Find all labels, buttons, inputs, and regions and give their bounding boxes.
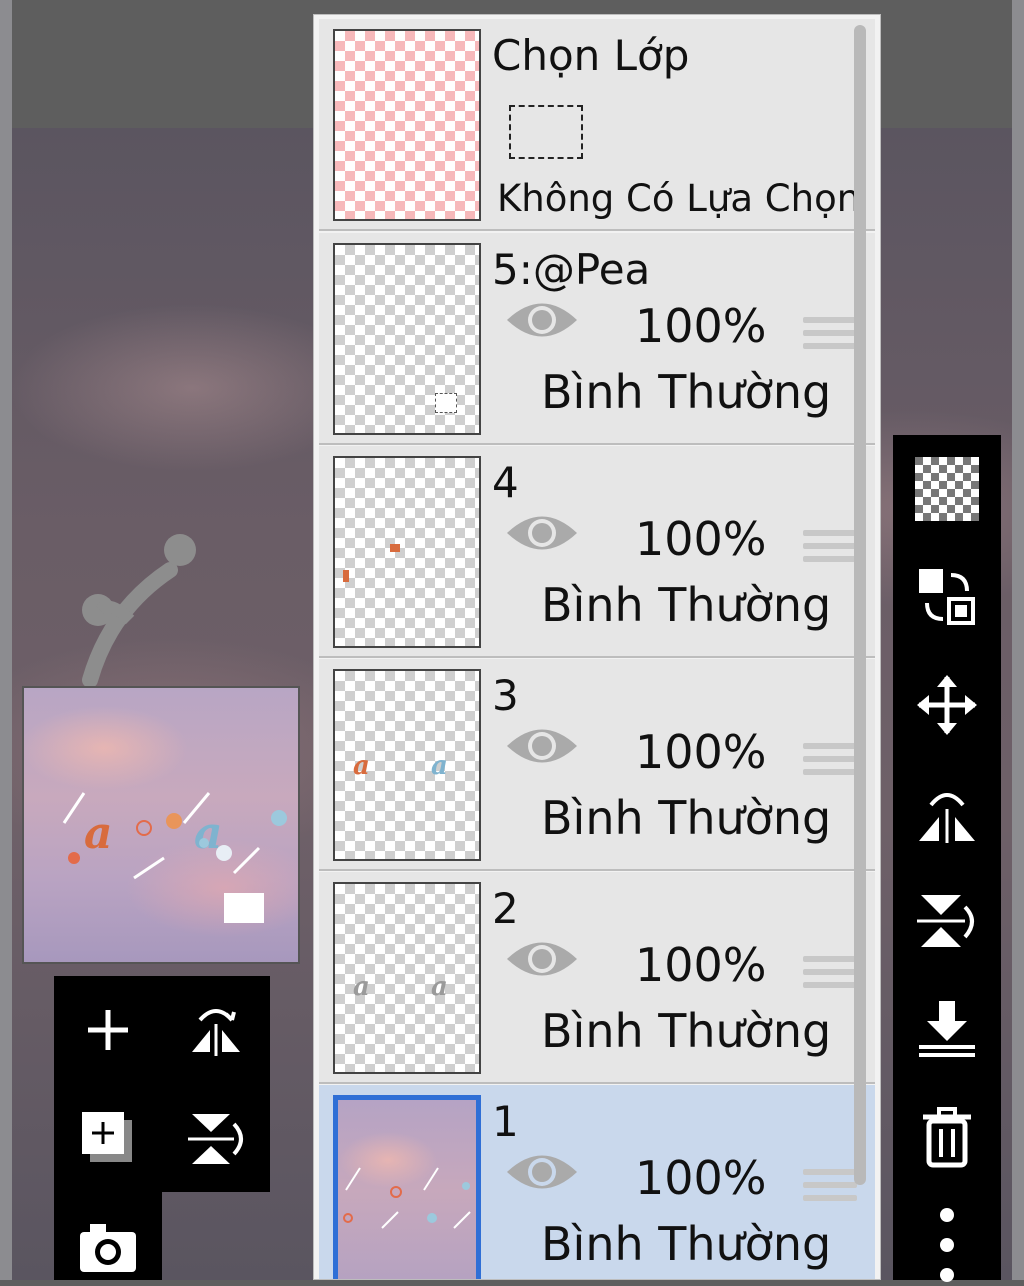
layer-opacity[interactable]: 100%	[635, 725, 767, 779]
eye-icon[interactable]	[505, 721, 579, 775]
trash-icon[interactable]	[907, 1097, 987, 1177]
swap-layers-icon[interactable]	[907, 557, 987, 637]
layer-row-selected[interactable]: 1 100% Bình Thường	[319, 1085, 875, 1279]
drag-handle-icon[interactable]	[803, 530, 857, 569]
branch-decoration	[82, 534, 196, 688]
layer-row[interactable]: a a 2 100% Bình Thường	[319, 872, 875, 1084]
layer-thumbnail[interactable]	[333, 1095, 481, 1279]
selection-rect-icon	[509, 105, 583, 159]
more-icon[interactable]	[907, 1205, 987, 1285]
add-layer-icon[interactable]	[68, 1098, 148, 1178]
text-snippet	[435, 393, 457, 413]
thumb-mark	[390, 544, 400, 552]
plus-icon[interactable]	[68, 990, 148, 1070]
layer-name: 5:@Pea	[492, 245, 651, 294]
eye-icon[interactable]	[505, 934, 579, 988]
layer-opacity[interactable]: 100%	[635, 299, 767, 353]
thumb-glyph-gray: a	[431, 972, 448, 1002]
selection-layer-title: Chọn Lớp	[492, 31, 690, 80]
canvas-preview[interactable]: a a	[22, 686, 300, 964]
drag-handle-icon[interactable]	[803, 317, 857, 356]
eye-icon[interactable]	[505, 295, 579, 349]
layer-blend-mode[interactable]: Bình Thường	[541, 791, 831, 845]
thumb-glyph-orange: a	[353, 751, 370, 781]
layer-blend-mode[interactable]: Bình Thường	[541, 578, 831, 632]
layer-thumbnail[interactable]: a a	[333, 882, 481, 1074]
flip-vertical-icon[interactable]	[907, 881, 987, 961]
layer-name: 1	[492, 1097, 519, 1146]
layer-blend-mode[interactable]: Bình Thường	[541, 1217, 831, 1271]
eye-icon[interactable]	[505, 1147, 579, 1201]
layer-name: 3	[492, 671, 519, 720]
layer-thumbnail[interactable]	[333, 456, 481, 648]
drag-handle-icon[interactable]	[803, 743, 857, 782]
drag-handle-icon[interactable]	[803, 1169, 857, 1208]
layer-row[interactable]: 4 100% Bình Thường	[319, 446, 875, 658]
layer-blend-mode[interactable]: Bình Thường	[541, 1004, 831, 1058]
layer-row[interactable]: a a 3 100% Bình Thường	[319, 659, 875, 871]
flip-vertical-icon[interactable]	[176, 1098, 256, 1178]
eye-icon[interactable]	[505, 508, 579, 562]
selection-thumbnail	[333, 29, 481, 221]
selection-status: Không Có Lựa Chọn	[497, 177, 861, 220]
right-edge	[1012, 0, 1024, 1280]
left-edge	[0, 0, 12, 1280]
panel-scrollbar[interactable]	[854, 25, 866, 1185]
layer-opacity[interactable]: 100%	[635, 512, 767, 566]
layer-blend-mode[interactable]: Bình Thường	[541, 365, 831, 419]
left-toolbar	[54, 976, 270, 1192]
flip-horizontal-icon[interactable]	[176, 990, 256, 1070]
drag-handle-icon[interactable]	[803, 956, 857, 995]
right-toolbar	[893, 435, 1001, 1282]
transparency-icon[interactable]	[907, 449, 987, 529]
left-toolbar-bottom	[54, 1192, 162, 1280]
layer-thumbnail[interactable]	[333, 243, 481, 435]
layer-name: 4	[492, 458, 519, 507]
thumb-decorations	[343, 1167, 471, 1229]
thumb-glyph-blue: a	[431, 751, 448, 781]
thumb-mark	[343, 570, 349, 582]
layer-thumbnail[interactable]: a a	[333, 669, 481, 861]
flip-horizontal-icon[interactable]	[907, 773, 987, 853]
thumb-glyph-gray: a	[353, 972, 370, 1002]
layer-opacity[interactable]: 100%	[635, 1151, 767, 1205]
layers-panel[interactable]: Chọn Lớp Không Có Lựa Chọn 5:@Pea 100% B…	[313, 14, 881, 1280]
layer-opacity[interactable]: 100%	[635, 938, 767, 992]
layer-row[interactable]: 5:@Pea 100% Bình Thường	[319, 233, 875, 445]
layer-name: 2	[492, 884, 519, 933]
preview-decorations	[62, 792, 287, 923]
selection-layer[interactable]: Chọn Lớp Không Có Lựa Chọn	[319, 19, 875, 231]
camera-icon[interactable]	[68, 1206, 148, 1286]
merge-down-icon[interactable]	[907, 989, 987, 1069]
move-icon[interactable]	[907, 665, 987, 745]
